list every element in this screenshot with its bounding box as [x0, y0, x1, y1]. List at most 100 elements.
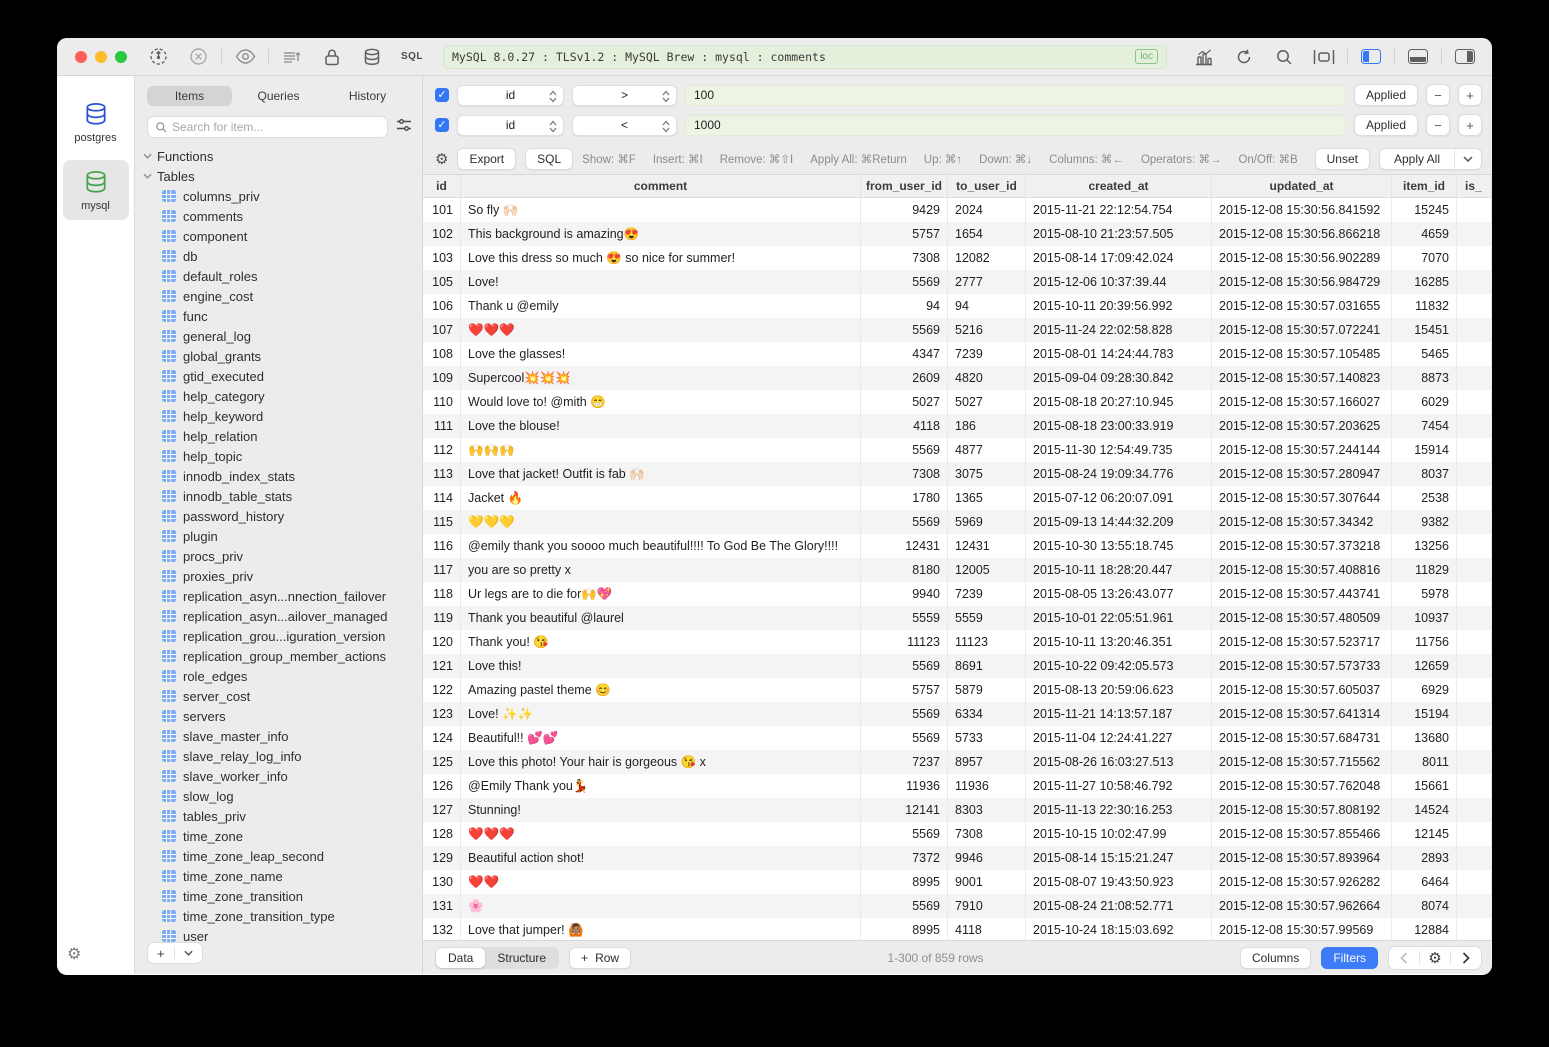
sql-button[interactable]: SQL [525, 148, 573, 170]
cell-id[interactable]: 113 [423, 462, 461, 486]
cell-comment[interactable]: Ur legs are to die for🙌💖 [461, 582, 861, 606]
remove-filter-button[interactable]: − [1426, 84, 1450, 106]
cell-to_user_id[interactable]: 186 [948, 414, 1026, 438]
cell-to_user_id[interactable]: 7239 [948, 342, 1026, 366]
filter-field-select[interactable]: id [457, 115, 564, 136]
cell-to_user_id[interactable]: 12082 [948, 246, 1026, 270]
cell-comment[interactable]: Love that jacket! Outfit is fab 🙌🏻 [461, 462, 861, 486]
cell-is_[interactable] [1457, 894, 1492, 918]
cell-comment[interactable]: Love the blouse! [461, 414, 861, 438]
apply-all-button[interactable]: Apply All [1380, 152, 1454, 166]
cell-is_[interactable] [1457, 582, 1492, 606]
cell-id[interactable]: 125 [423, 750, 461, 774]
sidebar-table-help_topic[interactable]: help_topic [135, 446, 422, 466]
cell-comment[interactable]: Love that jumper! 🙆🏽 [461, 918, 861, 940]
sidebar-table-default_roles[interactable]: default_roles [135, 266, 422, 286]
cell-updated_at[interactable]: 2015-12-08 15:30:56.984729 [1212, 270, 1392, 294]
next-page-button[interactable] [1451, 947, 1481, 969]
cell-to_user_id[interactable]: 1654 [948, 222, 1026, 246]
cell-to_user_id[interactable]: 2777 [948, 270, 1026, 294]
filter-enabled-checkbox[interactable]: ✓ [435, 118, 449, 132]
cell-to_user_id[interactable]: 11936 [948, 774, 1026, 798]
tree-group-tables[interactable]: Tables [135, 166, 422, 186]
cell-item_id[interactable]: 14524 [1392, 798, 1457, 822]
cell-id[interactable]: 112 [423, 438, 461, 462]
cell-to_user_id[interactable]: 6334 [948, 702, 1026, 726]
cell-comment[interactable]: Beautiful action shot! [461, 846, 861, 870]
column-header-is_[interactable]: is_ [1457, 175, 1492, 197]
cell-item_id[interactable]: 5978 [1392, 582, 1457, 606]
cell-from_user_id[interactable]: 5757 [861, 678, 948, 702]
database-icon[interactable] [355, 45, 389, 69]
cell-is_[interactable] [1457, 822, 1492, 846]
cell-is_[interactable] [1457, 318, 1492, 342]
cell-to_user_id[interactable]: 5027 [948, 390, 1026, 414]
cell-updated_at[interactable]: 2015-12-08 15:30:57.641314 [1212, 702, 1392, 726]
cell-from_user_id[interactable]: 11123 [861, 630, 948, 654]
cell-created_at[interactable]: 2015-11-21 14:13:57.187 [1026, 702, 1212, 726]
cell-id[interactable]: 120 [423, 630, 461, 654]
cell-created_at[interactable]: 2015-08-18 20:27:10.945 [1026, 390, 1212, 414]
cell-comment[interactable]: Love this! [461, 654, 861, 678]
page-settings-gear-icon[interactable]: ⚙ [1420, 947, 1450, 969]
cell-item_id[interactable]: 6929 [1392, 678, 1457, 702]
sidebar-table-slave_worker_info[interactable]: slave_worker_info [135, 766, 422, 786]
cell-from_user_id[interactable]: 8995 [861, 918, 948, 940]
cell-from_user_id[interactable]: 8995 [861, 870, 948, 894]
cell-comment[interactable]: 🙌🙌🙌 [461, 438, 861, 462]
sidebar-table-role_edges[interactable]: role_edges [135, 666, 422, 686]
cell-updated_at[interactable]: 2015-12-08 15:30:57.166027 [1212, 390, 1392, 414]
cell-to_user_id[interactable]: 12431 [948, 534, 1026, 558]
cell-id[interactable]: 106 [423, 294, 461, 318]
cell-created_at[interactable]: 2015-11-04 12:24:41.227 [1026, 726, 1212, 750]
cell-comment[interactable]: Love this photo! Your hair is gorgeous 😘… [461, 750, 861, 774]
cell-item_id[interactable]: 4659 [1392, 222, 1457, 246]
add-row-button[interactable]: + Row [569, 947, 631, 969]
filter-enabled-checkbox[interactable]: ✓ [435, 88, 449, 102]
cell-created_at[interactable]: 2015-08-24 19:09:34.776 [1026, 462, 1212, 486]
cell-item_id[interactable]: 13680 [1392, 726, 1457, 750]
cell-updated_at[interactable]: 2015-12-08 15:30:57.203625 [1212, 414, 1392, 438]
cell-updated_at[interactable]: 2015-12-08 15:30:57.808192 [1212, 798, 1392, 822]
cell-id[interactable]: 105 [423, 270, 461, 294]
cell-id[interactable]: 126 [423, 774, 461, 798]
cell-item_id[interactable]: 12145 [1392, 822, 1457, 846]
cell-updated_at[interactable]: 2015-12-08 15:30:56.866218 [1212, 222, 1392, 246]
cell-from_user_id[interactable]: 12431 [861, 534, 948, 558]
cell-item_id[interactable]: 8011 [1392, 750, 1457, 774]
cell-item_id[interactable]: 16285 [1392, 270, 1457, 294]
cell-updated_at[interactable]: 2015-12-08 15:30:57.280947 [1212, 462, 1392, 486]
sidebar-table-server_cost[interactable]: server_cost [135, 686, 422, 706]
cell-from_user_id[interactable]: 2609 [861, 366, 948, 390]
cell-item_id[interactable]: 9382 [1392, 510, 1457, 534]
cell-id[interactable]: 123 [423, 702, 461, 726]
cell-id[interactable]: 103 [423, 246, 461, 270]
remove-filter-button[interactable]: − [1426, 114, 1450, 136]
cell-from_user_id[interactable]: 1780 [861, 486, 948, 510]
cell-from_user_id[interactable]: 4347 [861, 342, 948, 366]
toggle-left-panel-icon[interactable] [1354, 45, 1388, 69]
cell-updated_at[interactable]: 2015-12-08 15:30:57.244144 [1212, 438, 1392, 462]
filter-operator-select[interactable]: > [572, 85, 677, 106]
cell-created_at[interactable]: 2015-10-11 13:20:46.351 [1026, 630, 1212, 654]
refresh-icon[interactable] [1227, 45, 1261, 69]
cell-item_id[interactable]: 8873 [1392, 366, 1457, 390]
cell-is_[interactable] [1457, 246, 1492, 270]
cell-comment[interactable]: Love! ✨✨ [461, 702, 861, 726]
filter-applied-button[interactable]: Applied [1354, 84, 1418, 106]
sidebar-table-component[interactable]: component [135, 226, 422, 246]
sidebar-table-replication_grou...iguration_version[interactable]: replication_grou...iguration_version [135, 626, 422, 646]
cell-is_[interactable] [1457, 222, 1492, 246]
toggle-right-panel-icon[interactable] [1448, 45, 1482, 69]
sidebar-table-time_zone_transition_type[interactable]: time_zone_transition_type [135, 906, 422, 926]
connections-settings-gear-icon[interactable]: ⚙ [67, 944, 81, 964]
filter-field-select[interactable]: id [457, 85, 564, 106]
cell-created_at[interactable]: 2015-11-21 22:12:54.754 [1026, 198, 1212, 222]
cell-updated_at[interactable]: 2015-12-08 15:30:57.684731 [1212, 726, 1392, 750]
cell-id[interactable]: 127 [423, 798, 461, 822]
cell-is_[interactable] [1457, 774, 1492, 798]
sidebar-table-slow_log[interactable]: slow_log [135, 786, 422, 806]
cell-created_at[interactable]: 2015-11-24 22:02:58.828 [1026, 318, 1212, 342]
cell-to_user_id[interactable]: 9946 [948, 846, 1026, 870]
sidebar-table-replication_group_member_actions[interactable]: replication_group_member_actions [135, 646, 422, 666]
